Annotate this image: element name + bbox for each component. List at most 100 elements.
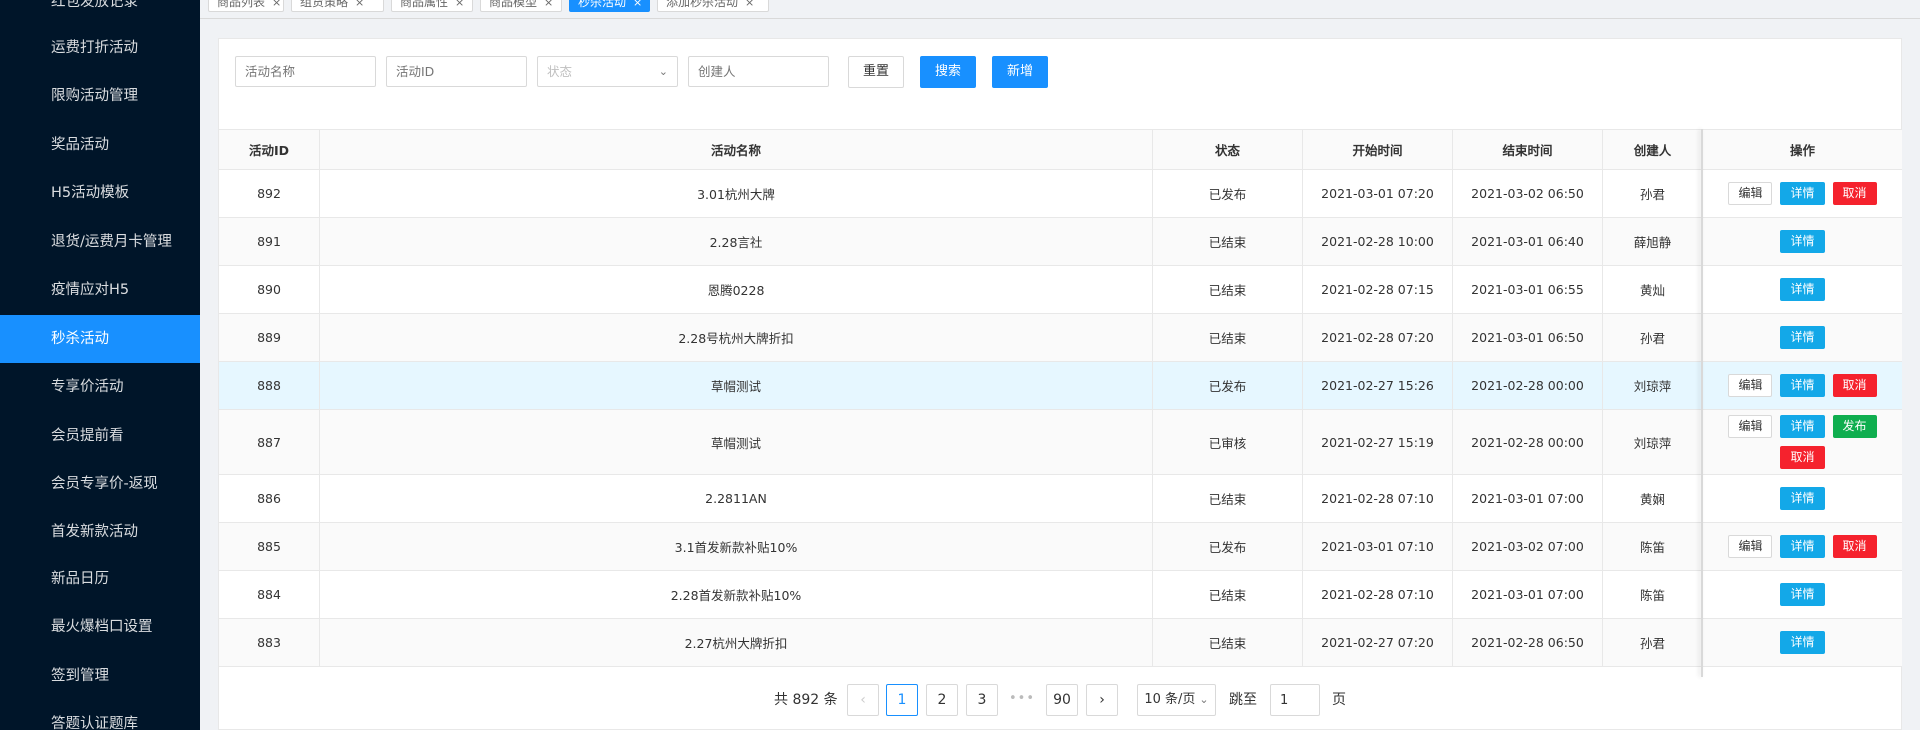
header-creator: 创建人 — [1603, 130, 1703, 169]
tab-item[interactable]: 添加秒杀活动 × — [657, 0, 769, 12]
prev-page-button[interactable]: ‹ — [847, 684, 879, 716]
cell-ops: 编辑 详情 发布 取消 — [1703, 410, 1902, 474]
page-button[interactable]: 90 — [1046, 684, 1078, 716]
sidebar-item[interactable]: 首发新款活动 — [0, 508, 200, 556]
sidebar-item[interactable]: 红包发放记录 — [0, 0, 200, 26]
tab-item[interactable]: 组货策略 × — [291, 0, 384, 12]
header-end-time: 结束时间 — [1453, 130, 1603, 169]
reset-button[interactable]: 重置 — [848, 56, 904, 88]
tab-label: 添加秒杀活动 — [666, 0, 739, 9]
page-button[interactable]: 3 — [966, 684, 998, 716]
sidebar-item[interactable]: 运费打折活动 — [0, 24, 200, 72]
sidebar-item[interactable]: 最火爆档口设置 — [0, 603, 200, 651]
cell-id: 892 — [219, 170, 320, 217]
detail-button[interactable]: 详情 — [1780, 182, 1825, 205]
sidebar-item[interactable]: 限购活动管理 — [0, 72, 200, 120]
close-icon[interactable]: × — [633, 0, 642, 9]
cell-status: 已结束 — [1153, 571, 1303, 618]
close-icon[interactable]: × — [272, 0, 281, 9]
cell-creator: 刘琼萍 — [1603, 410, 1703, 474]
detail-button[interactable]: 详情 — [1780, 631, 1825, 654]
detail-button[interactable]: 详情 — [1780, 535, 1825, 558]
sidebar-item[interactable]: 答题认证题库 — [0, 700, 200, 730]
main-panel: 状态 ⌄ 重置 搜索 新增 活动ID 活动名称 状态 开始时间 结束时间 创建人… — [218, 38, 1902, 730]
search-button[interactable]: 搜索 — [920, 56, 976, 88]
sidebar-item[interactable]: 退货/运费月卡管理 — [0, 218, 200, 266]
tab-bar: 商品列表 × 组货策略 × 商品属性 × 商品模型 × 秒杀活动 × 添加秒杀活动 × — [200, 0, 1920, 19]
sidebar-item[interactable]: 会员提前看 — [0, 412, 200, 460]
creator-input[interactable] — [688, 56, 829, 87]
cell-name: 3.1首发新款补贴10% — [320, 523, 1153, 570]
fixed-column-divider — [1701, 129, 1703, 677]
detail-button[interactable]: 详情 — [1780, 487, 1825, 510]
next-page-button[interactable]: › — [1086, 684, 1118, 716]
jump-page-input[interactable] — [1270, 684, 1320, 716]
tab-item[interactable]: 商品属性 × — [391, 0, 473, 12]
sidebar-item[interactable]: 秒杀活动 — [0, 315, 200, 363]
edit-button[interactable]: 编辑 — [1728, 374, 1773, 397]
detail-button[interactable]: 详情 — [1780, 326, 1825, 349]
sidebar-item[interactable]: 签到管理 — [0, 652, 200, 700]
cell-ops: 详情 — [1703, 314, 1902, 361]
tab-item[interactable]: 商品模型 × — [480, 0, 562, 12]
cancel-button[interactable]: 取消 — [1832, 374, 1877, 397]
activity-name-input[interactable] — [235, 56, 376, 87]
cell-id: 883 — [219, 619, 320, 666]
table-row: 887 草帽测试 已审核 2021-02-27 15:19 2021-02-28 00:… — [219, 410, 1902, 475]
sidebar-item[interactable]: 会员专享价-返现 — [0, 460, 200, 508]
tab-item[interactable]: 商品列表 × — [208, 0, 284, 12]
sidebar-item[interactable]: H5活动模板 — [0, 169, 200, 217]
close-icon[interactable]: × — [355, 0, 364, 9]
cell-id: 886 — [219, 475, 320, 522]
status-select[interactable]: 状态 ⌄ — [537, 56, 678, 87]
detail-button[interactable]: 详情 — [1780, 415, 1825, 438]
tab-label: 组货策略 — [300, 0, 349, 9]
detail-button[interactable]: 详情 — [1780, 278, 1825, 301]
publish-button[interactable]: 发布 — [1832, 415, 1877, 438]
cancel-button[interactable]: 取消 — [1832, 535, 1877, 558]
edit-button[interactable]: 编辑 — [1728, 535, 1773, 558]
cell-status: 已发布 — [1153, 170, 1303, 217]
tab-label: 商品模型 — [489, 0, 538, 9]
page-size-select[interactable]: 10 条/页 ⌄ — [1137, 684, 1216, 716]
cancel-button[interactable]: 取消 — [1780, 446, 1825, 469]
close-icon[interactable]: × — [544, 0, 553, 9]
cancel-button[interactable]: 取消 — [1832, 182, 1877, 205]
close-icon[interactable]: × — [745, 0, 754, 9]
cell-status: 已结束 — [1153, 475, 1303, 522]
detail-button[interactable]: 详情 — [1780, 374, 1825, 397]
add-button[interactable]: 新增 — [992, 56, 1048, 88]
detail-button[interactable]: 详情 — [1780, 583, 1825, 606]
activity-id-input[interactable] — [386, 56, 527, 87]
total-count: 共 892 条 — [774, 692, 838, 708]
cell-id: 884 — [219, 571, 320, 618]
sidebar-item[interactable]: 奖品活动 — [0, 121, 200, 169]
cell-ops: 编辑 详情 取消 — [1703, 362, 1902, 409]
cell-name: 2.2811AN — [320, 475, 1153, 522]
tab-label: 秒杀活动 — [578, 0, 627, 9]
edit-button[interactable]: 编辑 — [1728, 415, 1773, 438]
sidebar-item[interactable]: 疫情应对H5 — [0, 266, 200, 314]
cell-creator: 孙君 — [1603, 170, 1703, 217]
cell-id: 889 — [219, 314, 320, 361]
cell-start-time: 2021-02-27 07:20 — [1303, 619, 1453, 666]
cell-start-time: 2021-02-28 10:00 — [1303, 218, 1453, 265]
cell-creator: 刘琼萍 — [1603, 362, 1703, 409]
sidebar-item[interactable]: 新品日历 — [0, 555, 200, 603]
sidebar-item[interactable]: 专享价活动 — [0, 363, 200, 411]
sidebar: 红包发放记录 运费打折活动 限购活动管理 奖品活动 H5活动模板 退货/运费月卡管理 疫情应… — [0, 0, 200, 730]
table-row: 883 2.27杭州大牌折扣 已结束 2021-02-27 07:20 2021-02-… — [219, 619, 1902, 667]
close-icon[interactable]: × — [455, 0, 464, 9]
cell-ops: 详情 — [1703, 619, 1902, 666]
tab-item[interactable]: 秒杀活动 × — [569, 0, 650, 12]
cell-status: 已结束 — [1153, 619, 1303, 666]
page-button[interactable]: 2 — [926, 684, 958, 716]
page-ellipsis[interactable]: ••• — [1006, 684, 1038, 716]
table-row: 885 3.1首发新款补贴10% 已发布 2021-03-01 07:10 2021-0… — [219, 523, 1902, 571]
edit-button[interactable]: 编辑 — [1728, 182, 1773, 205]
page-button[interactable]: 1 — [886, 684, 918, 716]
cell-status: 已发布 — [1153, 523, 1303, 570]
cell-ops: 详情 — [1703, 266, 1902, 313]
jump-label: 跳至 — [1229, 692, 1257, 708]
detail-button[interactable]: 详情 — [1780, 230, 1825, 253]
